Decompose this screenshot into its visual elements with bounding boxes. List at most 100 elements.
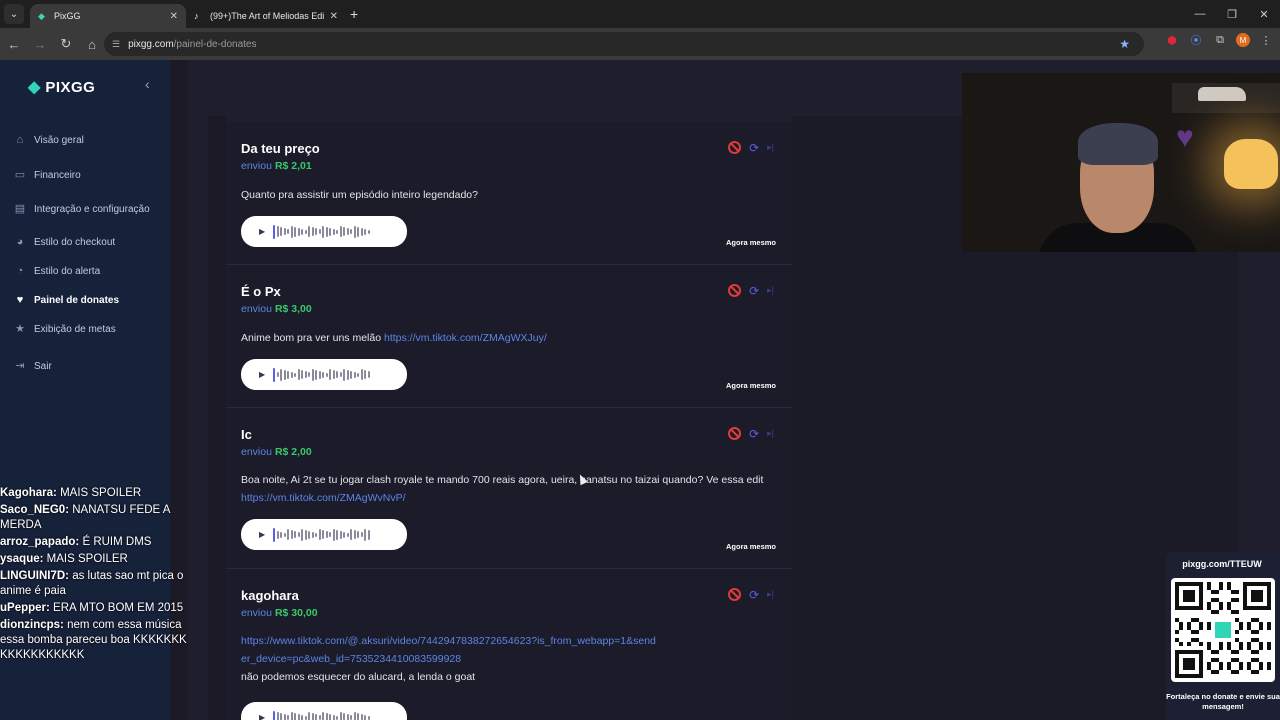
replay-icon[interactable]: ⟳ — [749, 285, 759, 297]
chat-message: LINGUINI7D: as lutas sao mt pica o anime… — [0, 569, 190, 599]
tab-search-button[interactable]: ⌄ — [4, 4, 24, 24]
donation-card: Ic enviou R$ 2,00 ⟳ ▸| Boa noite, Ai 2t s… — [226, 408, 792, 569]
sidebar-item-estilo-checkout[interactable]: ◕ Estilo do checkout — [14, 236, 116, 248]
donation-amount: R$ 2,01 — [274, 160, 312, 172]
sidebar-item-label: Integração e configuração — [34, 203, 150, 215]
extension-signal-icon[interactable]: ⦿ — [1188, 32, 1204, 48]
donation-message: Anime bom pra ver uns melão https://vm.t… — [241, 329, 771, 347]
chat-text: MAIS SPOILER — [46, 553, 128, 565]
donation-amount-line: enviou R$ 2,01 — [241, 160, 312, 172]
chat-message: dionzincps: nem com essa música essa bom… — [0, 618, 190, 663]
chat-user: Kagohara: — [0, 487, 57, 499]
pixgg-logo[interactable]: ◆ PIXGG — [28, 77, 95, 97]
play-icon[interactable]: ▶ — [259, 530, 265, 539]
donate-qr-overlay: pixgg.com/TTEUW Fortaleça no donate e en… — [1166, 552, 1280, 720]
sidebar-item-integracao[interactable]: ▤ Integração e configuração — [14, 203, 150, 215]
waveform[interactable] — [273, 527, 370, 542]
message-link[interactable]: https://vm.tiktok.com/ZMAgWXJuy/ — [384, 332, 547, 344]
sidebar-item-financeiro[interactable]: ▭ Financeiro — [14, 169, 81, 181]
pixgg-favicon-icon: ◆ — [38, 11, 45, 21]
address-bar-row: ← → ↻ ⌂ ☰ pixgg.com/painel-de-donates ★ … — [0, 28, 1280, 60]
restore-icon[interactable]: ❐ — [1216, 0, 1248, 28]
panel-gutter — [208, 116, 226, 720]
play-icon[interactable]: ▶ — [259, 713, 265, 720]
logo-text: PIXGG — [45, 78, 96, 96]
audio-player[interactable]: ▶ — [241, 216, 407, 247]
donation-card: kagohara enviou R$ 30,00 ⟳ ▸| https://www… — [226, 569, 792, 720]
extension-red-icon[interactable]: ⬢ — [1164, 32, 1180, 48]
tab-title: (99+)The Art of Meliodas Edits — [210, 11, 324, 21]
sidebar-item-visao-geral[interactable]: ⌂ Visão geral — [14, 134, 84, 146]
forward-icon[interactable]: → — [28, 32, 52, 56]
donation-amount-line: enviou R$ 3,00 — [241, 303, 312, 315]
donation-amount: R$ 30,00 — [274, 607, 318, 619]
chat-text: MAIS SPOILER — [60, 487, 142, 499]
sidebar-item-label: Painel de donates — [34, 294, 120, 306]
waveform[interactable] — [273, 367, 370, 382]
tab-pixgg[interactable]: ◆ PixGG ✕ — [30, 4, 186, 28]
message-link[interactable]: https://vm.tiktok.com/ZMAgWvNvP/ — [241, 492, 406, 504]
donation-amount-line: enviou R$ 30,00 — [241, 607, 318, 619]
alert-style-icon: ◔ — [16, 265, 24, 277]
close-tab-icon[interactable]: ✕ — [170, 11, 178, 22]
sidebar-item-label: Exibição de metas — [34, 323, 116, 335]
browser-tab-strip: ⌄ ◆ PixGG ✕ ♪ (99+)The Art of Meliodas E… — [0, 0, 1280, 28]
play-icon[interactable]: ▶ — [259, 370, 265, 379]
block-icon[interactable] — [728, 427, 742, 440]
replay-icon[interactable]: ⟳ — [749, 428, 759, 440]
sidebar-item-estilo-alerta[interactable]: ◔ Estilo do alerta — [14, 265, 100, 277]
skip-icon[interactable]: ▸| — [767, 589, 774, 600]
chat-user: dionzincps: — [0, 619, 64, 631]
chat-user: arroz_papado: — [0, 536, 80, 548]
audio-player[interactable]: ▶ — [241, 702, 407, 720]
sidebar-item-sair[interactable]: ⇥ Sair — [14, 360, 51, 372]
replay-icon[interactable]: ⟳ — [749, 589, 759, 601]
message-text: Boa noite, Ai 2t se tu jogar clash royal… — [241, 474, 764, 486]
block-icon[interactable] — [728, 588, 742, 601]
skip-icon[interactable]: ▸| — [767, 428, 774, 439]
waveform[interactable] — [273, 224, 370, 239]
sidebar-item-label: Estilo do checkout — [34, 236, 116, 248]
block-icon[interactable] — [728, 141, 742, 154]
url-field[interactable]: ☰ pixgg.com/painel-de-donates ★ — [104, 32, 1144, 56]
site-info-icon[interactable]: ☰ — [112, 39, 120, 50]
reload-icon[interactable]: ↻ — [54, 32, 78, 56]
donation-amount: R$ 2,00 — [274, 446, 312, 458]
lamp-image — [1224, 139, 1278, 189]
sent-label: enviou — [241, 303, 272, 315]
home-icon[interactable]: ⌂ — [80, 32, 104, 56]
close-window-icon[interactable]: ✕ — [1248, 0, 1280, 28]
sidebar-item-painel-donates[interactable]: ♥ Painel de donates — [14, 294, 119, 306]
play-icon[interactable]: ▶ — [259, 227, 265, 236]
minimize-icon[interactable]: — — [1184, 0, 1216, 28]
sidebar-item-exibicao-metas[interactable]: ★ Exibição de metas — [14, 323, 116, 335]
waveform[interactable] — [273, 710, 370, 720]
donation-message: Boa noite, Ai 2t se tu jogar clash royal… — [241, 471, 771, 507]
sent-label: enviou — [241, 446, 272, 458]
donation-feed[interactable]: Da teu preço enviou R$ 2,01 ⟳ ▸| Quanto p… — [226, 122, 792, 720]
block-icon[interactable] — [728, 284, 742, 297]
sent-label: enviou — [241, 160, 272, 172]
chat-message: Saco_NEG0: NANATSU FEDE A MERDA — [0, 503, 190, 533]
new-tab-button[interactable]: + — [350, 6, 358, 22]
qr-link-text: pixgg.com/TTEUW — [1182, 559, 1262, 569]
audio-player[interactable]: ▶ — [241, 519, 407, 550]
close-tab-icon[interactable]: ✕ — [330, 11, 338, 22]
back-icon[interactable]: ← — [2, 32, 26, 56]
skip-icon[interactable]: ▸| — [767, 142, 774, 153]
audio-player[interactable]: ▶ — [241, 359, 407, 390]
url-path: /painel-de-donates — [173, 38, 257, 50]
chat-message: Kagohara: MAIS SPOILER — [0, 486, 190, 501]
collapse-sidebar-icon[interactable]: ‹ — [145, 76, 150, 92]
menu-kebab-icon[interactable]: ⋮ — [1258, 32, 1274, 48]
extensions-puzzle-icon[interactable]: ⧉ — [1212, 32, 1228, 48]
donation-time: Agora mesmo — [725, 542, 776, 551]
home-icon: ⌂ — [16, 134, 24, 146]
sidebar-item-label: Estilo do alerta — [34, 265, 101, 277]
replay-icon[interactable]: ⟳ — [749, 142, 759, 154]
tab-tiktok[interactable]: ♪ (99+)The Art of Meliodas Edits ✕ — [186, 4, 346, 28]
message-link[interactable]: https://www.tiktok.com/@.aksuri/video/74… — [241, 635, 656, 665]
bookmark-star-icon[interactable]: ★ — [1119, 37, 1130, 51]
profile-avatar[interactable]: M — [1236, 33, 1250, 47]
skip-icon[interactable]: ▸| — [767, 285, 774, 296]
